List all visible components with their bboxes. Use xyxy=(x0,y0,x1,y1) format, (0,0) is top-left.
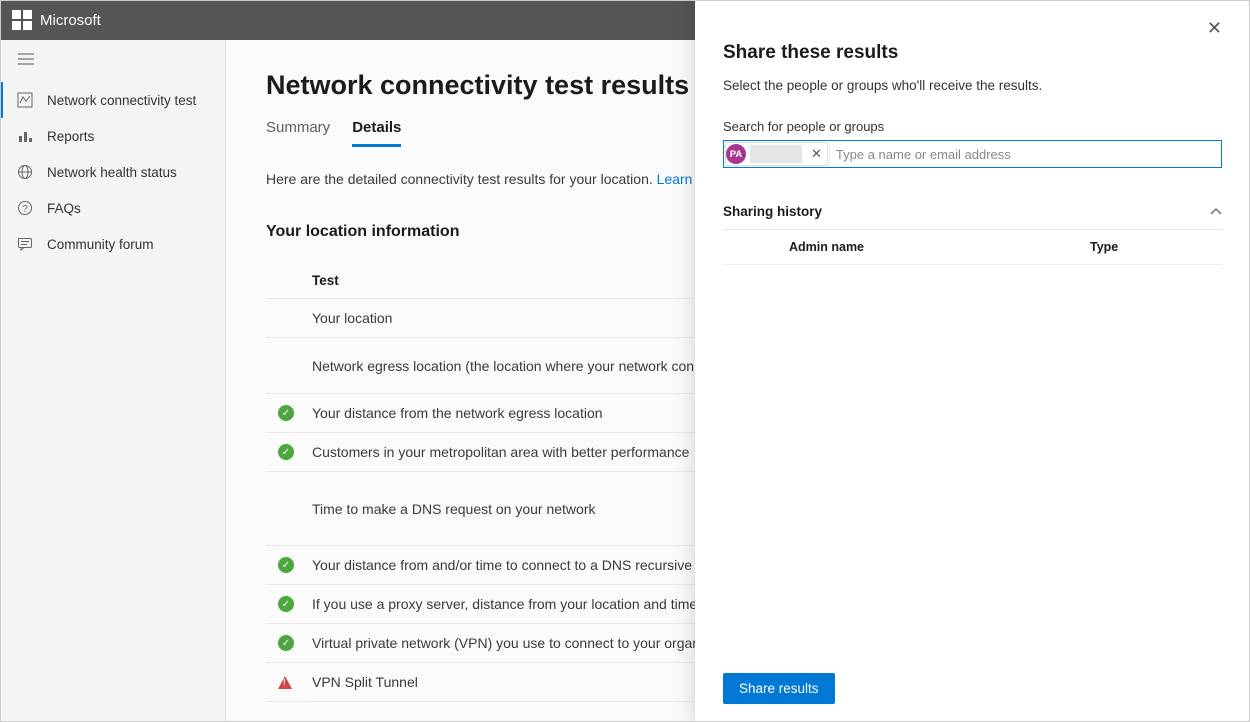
sidebar-item-label: Community forum xyxy=(47,237,154,252)
tab-summary[interactable]: Summary xyxy=(266,119,330,147)
sidebar-item-label: Reports xyxy=(47,129,94,144)
sidebar-item-health[interactable]: Network health status xyxy=(0,154,225,190)
help-icon: ? xyxy=(17,200,33,216)
row-text: Your distance from the network egress lo… xyxy=(312,405,603,421)
row-text: Your location xyxy=(312,310,392,326)
sidebar-item-faqs[interactable]: ? FAQs xyxy=(0,190,225,226)
row-text: Your distance from and/or time to connec… xyxy=(312,557,746,573)
selected-person-chip: PA ✕ xyxy=(725,142,828,166)
hamburger-icon xyxy=(18,52,34,69)
warning-triangle-icon xyxy=(278,676,292,689)
chart-line-icon xyxy=(17,92,33,108)
comment-icon xyxy=(17,236,33,252)
sidebar-toggle[interactable] xyxy=(0,40,225,82)
check-circle-icon: ✓ xyxy=(278,405,294,421)
row-text: Customers in your metropolitan area with… xyxy=(312,444,689,460)
check-circle-icon: ✓ xyxy=(278,444,294,460)
row-text: Time to make a DNS request on your netwo… xyxy=(312,501,596,517)
share-results-button[interactable]: Share results xyxy=(723,673,835,704)
tab-details[interactable]: Details xyxy=(352,119,401,147)
panel-subtitle: Select the people or groups who'll recei… xyxy=(723,78,1222,93)
sharing-history-title: Sharing history xyxy=(723,204,822,219)
people-picker[interactable]: PA ✕ xyxy=(723,140,1222,168)
chip-remove-button[interactable]: ✕ xyxy=(806,146,827,162)
check-circle-icon: ✓ xyxy=(278,557,294,573)
sharing-history-header[interactable]: Sharing history xyxy=(723,194,1222,230)
table-header-test: Test xyxy=(312,273,339,288)
chevron-up-icon xyxy=(1210,205,1222,219)
sidebar-item-network-test[interactable]: Network connectivity test xyxy=(0,82,225,118)
column-type: Type xyxy=(1090,240,1210,254)
sidebar-item-label: Network connectivity test xyxy=(47,93,196,108)
chip-name-redacted xyxy=(750,145,802,163)
bar-chart-icon xyxy=(17,128,33,144)
close-icon: ✕ xyxy=(1207,18,1222,38)
share-panel: ✕ Share these results Select the people … xyxy=(695,0,1250,722)
panel-title: Share these results xyxy=(723,42,1222,64)
column-admin-name: Admin name xyxy=(735,240,1090,254)
brand-name: Microsoft xyxy=(40,12,101,29)
sidebar: Network connectivity test Reports Networ… xyxy=(0,40,226,722)
avatar: PA xyxy=(726,144,746,164)
sidebar-item-community[interactable]: Community forum xyxy=(0,226,225,262)
check-circle-icon: ✓ xyxy=(278,596,294,612)
brand-logo[interactable]: Microsoft xyxy=(12,10,101,30)
sidebar-item-label: Network health status xyxy=(47,165,177,180)
svg-text:?: ? xyxy=(22,204,28,215)
globe-icon xyxy=(17,164,33,180)
row-text: VPN Split Tunnel xyxy=(312,674,418,690)
search-field-label: Search for people or groups xyxy=(723,119,1222,134)
history-column-headers: Admin name Type xyxy=(723,230,1222,265)
sidebar-item-reports[interactable]: Reports xyxy=(0,118,225,154)
sidebar-item-label: FAQs xyxy=(47,201,81,216)
row-text: Virtual private network (VPN) you use to… xyxy=(312,635,741,651)
check-circle-icon: ✓ xyxy=(278,635,294,651)
people-search-input[interactable] xyxy=(829,142,1221,166)
close-icon: ✕ xyxy=(811,146,822,161)
close-button[interactable]: ✕ xyxy=(1207,18,1222,39)
microsoft-logo-icon xyxy=(12,10,32,30)
